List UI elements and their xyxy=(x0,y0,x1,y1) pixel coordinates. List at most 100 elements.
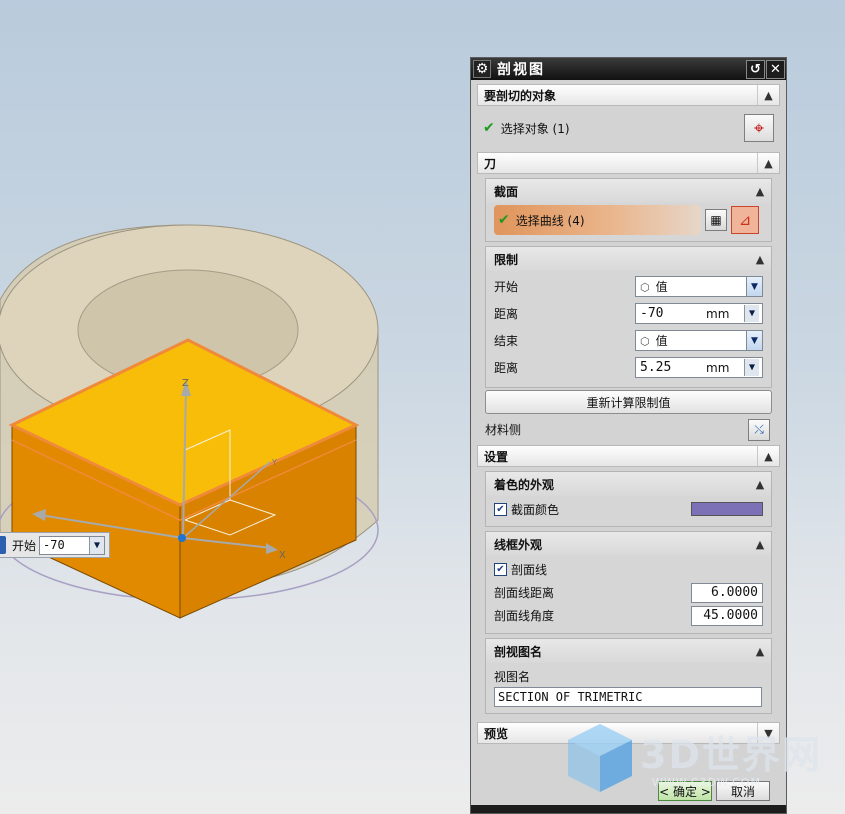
checkmark-icon: ✔ xyxy=(483,120,495,136)
chevron-up-icon[interactable]: ▲ xyxy=(749,249,771,269)
down-arrow-icon[interactable]: ▼ xyxy=(744,359,759,376)
chevron-up-icon[interactable]: ▲ xyxy=(749,181,771,201)
down-arrow-icon[interactable]: ▼ xyxy=(744,305,759,322)
chevron-up-icon[interactable]: ▲ xyxy=(757,85,779,105)
cube-icon: ⬡ xyxy=(640,281,650,294)
subgroup-header-wireframe[interactable]: 线框外观 ▲ xyxy=(486,532,771,556)
hatch-label: 剖面线 xyxy=(511,563,548,577)
subgroup-header-view-name[interactable]: 剖视图名 ▲ xyxy=(486,639,771,663)
subgroup-title-section: 截面 xyxy=(494,184,519,199)
end-distance-label: 距离 xyxy=(494,361,519,375)
start-label: 开始 xyxy=(494,280,519,294)
start-distance-input[interactable]: -70 mm ▼ xyxy=(635,303,763,324)
subgroup-wireframe: 线框外观 ▲ ✔ 剖面线 剖面线距离 6.0000 剖面线角度 45.0000 xyxy=(485,531,772,634)
chevron-down-icon[interactable]: ▼ xyxy=(746,331,762,350)
subgroup-body-view-name: 视图名 SECTION OF TRIMETRIC xyxy=(486,663,771,713)
section-color-swatch[interactable] xyxy=(691,502,763,516)
group-header-settings[interactable]: 设置 ▲ xyxy=(477,445,780,467)
select-object-row: ✔ 选择对象 (1) ⌖ xyxy=(483,110,774,146)
flip-direction-icon[interactable]: ⤯ xyxy=(748,418,770,441)
end-distance-row: 距离 5.25 mm ▼ xyxy=(494,354,763,381)
start-distance-unit: mm xyxy=(706,306,730,321)
onscreen-start-value-field[interactable]: -70 ▼ xyxy=(39,535,106,555)
curve-select-icon[interactable]: ⊿ xyxy=(731,206,759,234)
gear-icon[interactable]: ⚙ xyxy=(473,60,491,78)
axis-label-x: X xyxy=(279,550,286,561)
dialog-title: 剖视图 xyxy=(497,62,545,78)
group-title-settings: 设置 xyxy=(484,449,509,464)
dialog-bottom-bar xyxy=(471,805,786,813)
recalculate-limits-button[interactable]: 重新计算限制值 xyxy=(485,390,772,414)
chevron-down-icon[interactable]: ▼ xyxy=(757,723,779,743)
hatch-angle-row: 剖面线角度 45.0000 xyxy=(494,604,763,627)
onscreen-start-value: -70 xyxy=(43,538,65,552)
hatch-checkbox[interactable]: ✔ xyxy=(494,563,507,576)
start-distance-value: -70 xyxy=(640,306,664,321)
chevron-up-icon[interactable]: ▲ xyxy=(749,641,771,661)
hatch-distance-row: 剖面线距离 6.0000 xyxy=(494,581,763,604)
end-distance-unit: mm xyxy=(706,360,730,375)
material-side-row: 材料侧 ⤯ xyxy=(485,416,770,443)
subgroup-header-section[interactable]: 截面 ▲ xyxy=(486,179,771,203)
select-curve-label: 选择曲线 (4) xyxy=(515,213,585,228)
hatch-angle-label: 剖面线角度 xyxy=(494,609,555,623)
hatch-angle-input[interactable]: 45.0000 xyxy=(691,605,763,626)
select-curve-bar[interactable]: ✔ 选择曲线 (4) xyxy=(494,205,701,235)
view-name-label: 视图名 xyxy=(494,669,531,684)
group-body-object: ✔ 选择对象 (1) ⌖ xyxy=(477,106,780,150)
axis-label-y: Y xyxy=(271,458,277,467)
cube-icon: ⬡ xyxy=(640,335,650,348)
sketch-section-icon[interactable]: ▦ xyxy=(705,209,727,231)
end-type-value: 值 xyxy=(655,334,668,348)
material-side-label: 材料侧 xyxy=(485,423,522,437)
section-view-dialog: ⚙ 剖视图 ↺ ✕ 要剖切的对象 ▲ ✔ 选择对象 (1) ⌖ 刀 ▲ 截面 ▲… xyxy=(470,57,787,814)
group-header-preview[interactable]: 预览 ▼ xyxy=(477,722,780,744)
chevron-up-icon[interactable]: ▲ xyxy=(749,534,771,554)
hatch-row: ✔ 剖面线 xyxy=(494,558,763,581)
end-label: 结束 xyxy=(494,334,519,348)
down-arrow-icon[interactable]: ▼ xyxy=(89,536,105,554)
chevron-up-icon[interactable]: ▲ xyxy=(757,153,779,173)
chevron-up-icon[interactable]: ▲ xyxy=(749,474,771,494)
group-title-preview: 预览 xyxy=(484,726,509,741)
reset-icon[interactable]: ↺ xyxy=(746,59,765,79)
dialog-titlebar[interactable]: ⚙ 剖视图 ↺ ✕ xyxy=(471,58,786,80)
subgroup-title-shaded: 着色的外观 xyxy=(494,477,555,492)
subgroup-section: 截面 ▲ ✔ 选择曲线 (4) ▦ ⊿ xyxy=(485,178,772,242)
group-header-object[interactable]: 要剖切的对象 ▲ xyxy=(477,84,780,106)
select-object-label: 选择对象 (1) xyxy=(500,121,570,136)
cancel-button[interactable]: 取消 xyxy=(716,781,770,801)
start-type-select[interactable]: ⬡ 值 ▼ xyxy=(635,276,763,297)
chevron-down-icon[interactable]: ▼ xyxy=(746,277,762,296)
section-color-row: ✔ 截面颜色 xyxy=(494,498,763,520)
subgroup-body-shaded: ✔ 截面颜色 xyxy=(486,496,771,526)
subgroup-header-limits[interactable]: 限制 ▲ xyxy=(486,247,771,271)
subgroup-header-shaded[interactable]: 着色的外观 ▲ xyxy=(486,472,771,496)
end-row: 结束 ⬡ 值 ▼ xyxy=(494,327,763,354)
end-distance-input[interactable]: 5.25 mm ▼ xyxy=(635,357,763,378)
subgroup-shaded: 着色的外观 ▲ ✔ 截面颜色 xyxy=(485,471,772,527)
onscreen-input-handle[interactable] xyxy=(0,536,6,554)
group-header-knife[interactable]: 刀 ▲ xyxy=(477,152,780,174)
hatch-distance-input[interactable]: 6.0000 xyxy=(691,582,763,603)
view-name-input[interactable]: SECTION OF TRIMETRIC xyxy=(494,687,762,707)
crosshair-icon[interactable]: ⌖ xyxy=(744,114,774,142)
start-distance-label: 距离 xyxy=(494,307,519,321)
subgroup-title-wireframe: 线框外观 xyxy=(494,537,543,552)
onscreen-start-input[interactable]: 开始 -70 ▼ xyxy=(0,532,110,558)
subgroup-title-limits: 限制 xyxy=(494,252,519,267)
start-row: 开始 ⬡ 值 ▼ xyxy=(494,273,763,300)
close-icon[interactable]: ✕ xyxy=(766,59,785,79)
subgroup-title-view-name: 剖视图名 xyxy=(494,644,543,659)
end-type-select[interactable]: ⬡ 值 ▼ xyxy=(635,330,763,351)
chevron-up-icon[interactable]: ▲ xyxy=(757,446,779,466)
dialog-footer: < 确定 > 取消 xyxy=(471,776,786,806)
hatch-distance-label: 剖面线距离 xyxy=(494,586,555,600)
subgroup-body-wireframe: ✔ 剖面线 剖面线距离 6.0000 剖面线角度 45.0000 xyxy=(486,556,771,633)
end-distance-value: 5.25 xyxy=(640,360,672,375)
axis-label-z: Z xyxy=(182,378,189,389)
ok-button[interactable]: < 确定 > xyxy=(658,781,712,801)
subgroup-limits: 限制 ▲ 开始 ⬡ 值 ▼ 距离 -70 mm ▼ 结束 ⬡ 值 ▼ 距离 5.… xyxy=(485,246,772,388)
section-color-checkbox[interactable]: ✔ xyxy=(494,502,507,516)
group-title-knife: 刀 xyxy=(484,156,497,171)
